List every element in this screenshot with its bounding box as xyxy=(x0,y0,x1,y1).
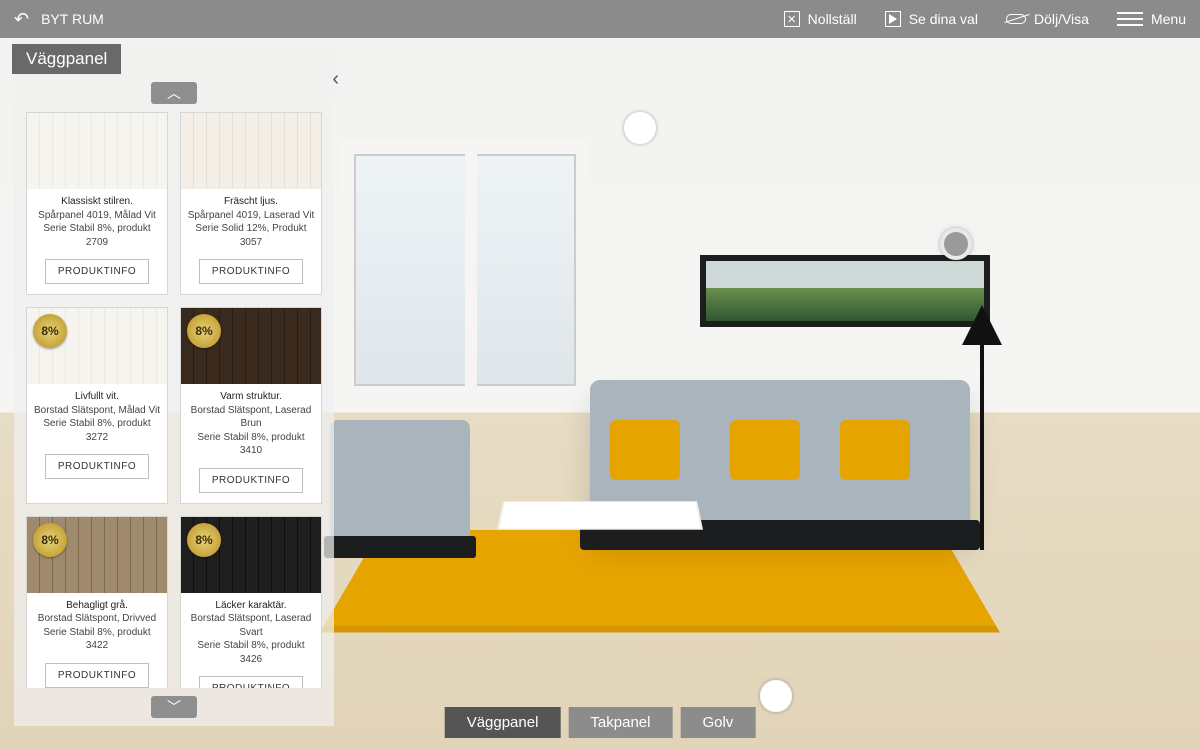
product-card[interactable]: 8% Livfullt vit.Borstad Slätspont, Målad … xyxy=(26,307,168,504)
product-text: Läcker karaktär.Borstad Slätspont, Laser… xyxy=(181,593,321,671)
scene-pillow xyxy=(730,420,800,480)
toggle-label: Dölj/Visa xyxy=(1034,11,1089,27)
product-text: Klassiskt stilren.Spårpanel 4019, Målad … xyxy=(27,189,167,253)
tab-väggpanel[interactable]: Väggpanel xyxy=(445,707,561,738)
product-line2: Serie Stabil 8%, produkt 3426 xyxy=(185,639,317,666)
menu-button[interactable]: Menu xyxy=(1117,11,1186,27)
back-icon[interactable]: ↶ xyxy=(14,9,29,30)
tab-takpanel[interactable]: Takpanel xyxy=(568,707,672,738)
scene-window xyxy=(340,140,590,400)
product-line2: Serie Stabil 8%, produkt 3272 xyxy=(31,417,163,444)
scene-pillow xyxy=(840,420,910,480)
reset-button[interactable]: ✕ Nollställ xyxy=(784,11,857,27)
quality-badge: 8% xyxy=(33,314,67,348)
close-icon: ✕ xyxy=(784,11,800,27)
product-card[interactable]: 8% Varm struktur.Borstad Slätspont, Laser… xyxy=(180,307,322,504)
product-info-button[interactable]: PRODUKTINFO xyxy=(199,259,303,284)
product-text: Livfullt vit.Borstad Slätspont, Målad Vi… xyxy=(27,384,167,448)
hotspot-floor[interactable] xyxy=(760,680,792,712)
product-info-button[interactable]: PRODUKTINFO xyxy=(199,676,303,688)
product-text: Fräscht ljus.Spårpanel 4019, Laserad Vit… xyxy=(181,189,321,253)
surface-tabs: VäggpanelTakpanel Golv xyxy=(445,707,756,738)
product-info-button[interactable]: PRODUKTINFO xyxy=(45,454,149,479)
quality-badge: 8% xyxy=(33,523,67,557)
top-toolbar: ↶ BYT RUM ✕ Nollställ Se dina val Dölj/V… xyxy=(0,0,1200,38)
product-title: Livfullt vit. xyxy=(31,390,163,404)
scene-armchair xyxy=(330,420,470,540)
quality-badge: 8% xyxy=(187,523,221,557)
product-line1: Borstad Slätspont, Drivved xyxy=(31,612,163,626)
product-card[interactable]: 8% Läcker karaktär.Borstad Slätspont, Las… xyxy=(180,516,322,689)
product-line2: Serie Stabil 8%, produkt 2709 xyxy=(31,222,163,249)
quality-badge: 8% xyxy=(187,314,221,348)
product-card[interactable]: Fräscht ljus.Spårpanel 4019, Laserad Vit… xyxy=(180,112,322,295)
scene-wall-art xyxy=(700,255,990,327)
collapse-panel-button[interactable]: ‹ xyxy=(332,68,339,91)
pointer-icon xyxy=(885,11,901,27)
scroll-up-button[interactable]: ︿ xyxy=(151,82,197,104)
product-grid: Klassiskt stilren.Spårpanel 4019, Målad … xyxy=(14,112,334,688)
product-line1: Borstad Slätspont, Målad Vit xyxy=(31,404,163,418)
menu-label: Menu xyxy=(1151,11,1186,27)
product-line1: Borstad Slätspont, Laserad Svart xyxy=(185,612,317,639)
product-panel: Väggpanel ‹ ︿ Klassiskt stilren.Spårpane… xyxy=(14,46,334,726)
scene-floor-lamp xyxy=(980,330,984,550)
product-title: Klassiskt stilren. xyxy=(31,195,163,209)
product-title: Läcker karaktär. xyxy=(185,599,317,613)
product-title: Fräscht ljus. xyxy=(185,195,317,209)
hotspot-wall[interactable] xyxy=(940,228,972,260)
hotspot-ceiling[interactable] xyxy=(624,112,656,144)
tab-golv[interactable]: Golv xyxy=(680,707,755,738)
product-info-button[interactable]: PRODUKTINFO xyxy=(199,468,303,493)
scene-pillow xyxy=(610,420,680,480)
product-card[interactable]: 8% Behagligt grå.Borstad Slätspont, Drivv… xyxy=(26,516,168,689)
product-text: Behagligt grå.Borstad Slätspont, Drivved… xyxy=(27,593,167,657)
product-line2: Serie Stabil 8%, produkt 3410 xyxy=(185,431,317,458)
product-title: Behagligt grå. xyxy=(31,599,163,613)
product-line2: Serie Stabil 8%, produkt 3422 xyxy=(31,626,163,653)
product-swatch xyxy=(181,113,321,189)
product-swatch xyxy=(27,113,167,189)
product-line1: Borstad Slätspont, Laserad Brun xyxy=(185,404,317,431)
product-title: Varm struktur. xyxy=(185,390,317,404)
product-line1: Spårpanel 4019, Laserad Vit xyxy=(185,209,317,223)
change-room-button[interactable]: BYT RUM xyxy=(41,11,104,27)
product-card[interactable]: Klassiskt stilren.Spårpanel 4019, Målad … xyxy=(26,112,168,295)
reset-label: Nollställ xyxy=(808,11,857,27)
product-text: Varm struktur.Borstad Slätspont, Laserad… xyxy=(181,384,321,462)
product-line1: Spårpanel 4019, Målad Vit xyxy=(31,209,163,223)
toggle-visibility-button[interactable]: Dölj/Visa xyxy=(1006,11,1089,27)
eye-slash-icon xyxy=(1006,14,1026,24)
product-line2: Serie Solid 12%, Produkt 3057 xyxy=(185,222,317,249)
scene-coffee-table xyxy=(497,501,703,530)
product-info-button[interactable]: PRODUKTINFO xyxy=(45,259,149,284)
see-choices-button[interactable]: Se dina val xyxy=(885,11,978,27)
product-info-button[interactable]: PRODUKTINFO xyxy=(45,663,149,688)
hamburger-icon xyxy=(1117,12,1143,26)
panel-title: Väggpanel xyxy=(12,44,121,74)
choices-label: Se dina val xyxy=(909,11,978,27)
scroll-down-button[interactable]: ﹀ xyxy=(151,696,197,718)
